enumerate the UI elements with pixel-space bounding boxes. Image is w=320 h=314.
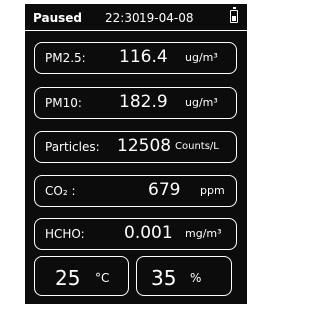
particles-label: Particles: <box>45 140 100 154</box>
particles-value: 12508 <box>117 136 172 156</box>
battery-icon <box>230 7 238 23</box>
co2-unit: ppm <box>200 184 225 197</box>
pm10-value: 182.9 <box>119 92 168 112</box>
hcho-unit: mg/m³ <box>185 227 222 240</box>
device-screen: Paused 22:30 19-04-08 PM2.5: 116.4 ug/m³… <box>25 4 247 304</box>
pm25-label: PM2.5: <box>45 51 86 65</box>
status-bar: Paused 22:30 19-04-08 <box>25 4 247 30</box>
humidity-box: 35 % <box>136 256 232 296</box>
co2-value: 679 <box>148 180 181 200</box>
humidity-unit: % <box>190 271 202 285</box>
pm10-label: PM10: <box>45 96 82 110</box>
pm10-unit: ug/m³ <box>185 96 218 109</box>
hcho-value: 0.001 <box>124 223 173 243</box>
status-state: Paused <box>33 11 82 25</box>
temperature-box: 25 °C <box>34 256 129 296</box>
pm25-row: PM2.5: 116.4 ug/m³ <box>34 42 237 74</box>
status-time: 22:30 <box>105 11 140 25</box>
particles-row: Particles: 12508 Counts/L <box>34 131 237 163</box>
pm10-row: PM10: 182.9 ug/m³ <box>34 87 237 119</box>
pm25-value: 116.4 <box>119 47 168 67</box>
humidity-value: 35 <box>151 266 177 290</box>
hcho-label: HCHO: <box>45 227 85 241</box>
particles-unit: Counts/L <box>175 141 219 152</box>
temperature-unit: °C <box>95 271 110 285</box>
co2-label: CO₂ : <box>45 184 76 198</box>
status-divider <box>25 30 247 31</box>
status-date: 19-04-08 <box>139 11 194 25</box>
co2-row: CO₂ : 679 ppm <box>34 175 237 207</box>
temperature-value: 25 <box>55 266 81 290</box>
pm25-unit: ug/m³ <box>185 51 218 64</box>
hcho-row: HCHO: 0.001 mg/m³ <box>34 218 237 250</box>
